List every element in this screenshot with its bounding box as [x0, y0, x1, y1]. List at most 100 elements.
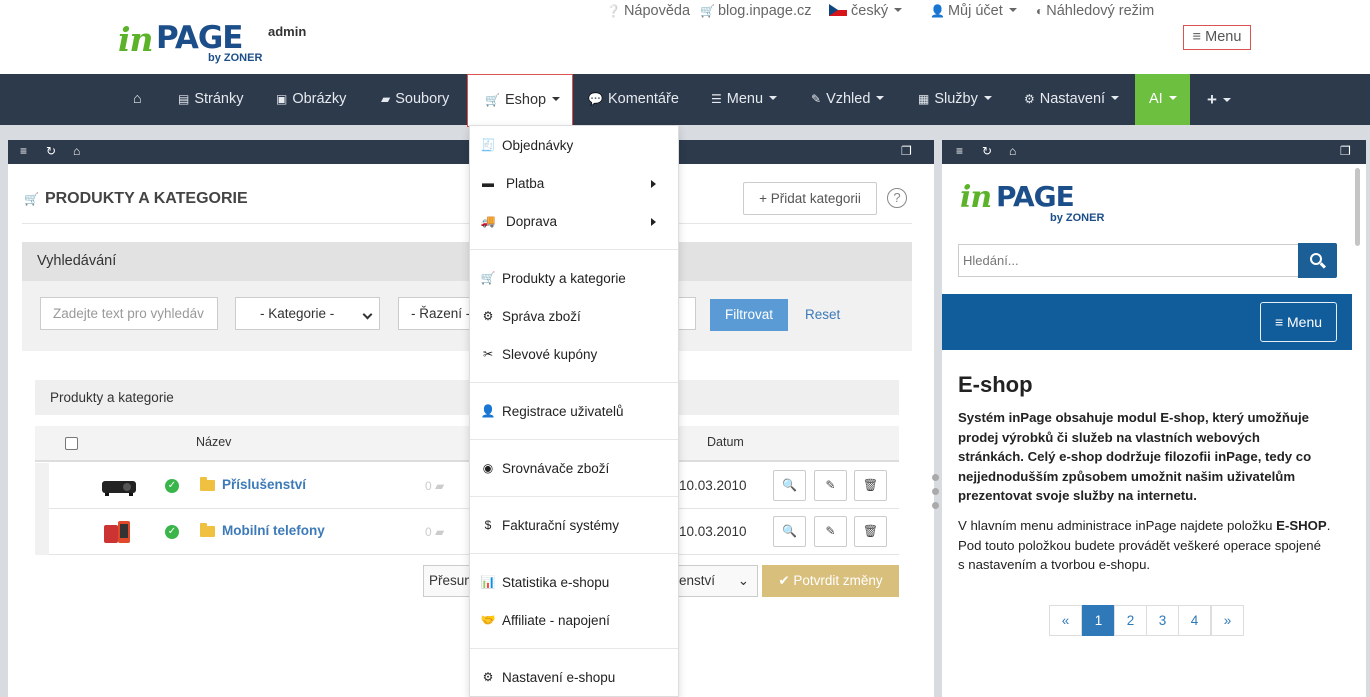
page-2[interactable]: 2 [1114, 605, 1147, 636]
edit-button[interactable]: ✎ [814, 516, 847, 547]
nav-menu[interactable]: ☰ Menu [711, 74, 778, 125]
restore-window-icon[interactable]: ❐ [901, 144, 912, 158]
nav-services[interactable]: ▦ Služby [918, 74, 992, 125]
scrollbar[interactable] [1355, 168, 1360, 246]
user-icon: 👤 [930, 4, 945, 18]
page-prev[interactable]: « [1049, 605, 1082, 636]
table-header: Název Datum [35, 426, 899, 462]
user-icon: 👤 [480, 404, 496, 418]
home-icon: ⌂ [133, 91, 142, 107]
nav-pages[interactable]: ▤ Stránky [178, 74, 244, 125]
menu-item-goods[interactable]: ⚙ Správa zboží [470, 302, 678, 332]
search-input[interactable]: Zadejte text pro vyhledáv [40, 297, 218, 330]
delete-button[interactable]: 🗑 [854, 470, 887, 501]
nav-eshop[interactable]: 🛒 Eshop [467, 74, 573, 127]
menu-divider [470, 382, 678, 383]
search-heading: Vyhledávání [22, 242, 912, 281]
preview-text: V hlavním menu administrace inPage najde… [958, 518, 1277, 533]
nav-comments[interactable]: 💬 Komentáře [588, 74, 679, 125]
preview-heading: E-shop [958, 372, 1033, 397]
preview-menu-label: Menu [1287, 314, 1323, 330]
select-all-checkbox[interactable] [65, 437, 78, 450]
table-row[interactable]: ✓ Mobilní telefony 0 ▰ 10.03.2010 🔍 ✎ 🗑 [35, 509, 899, 555]
nav-add[interactable]: + [1207, 74, 1231, 125]
top-menu-label: Menu [1205, 29, 1242, 45]
help-link[interactable]: ❔ Nápověda [606, 0, 690, 22]
top-menu-button[interactable]: ≡ Menu [1183, 25, 1251, 50]
nav-appearance[interactable]: ✎ Vzhled [811, 74, 885, 125]
menu-item-statistics[interactable]: 📊 Statistika e-shopu [470, 568, 678, 598]
edit-button[interactable]: ✎ [814, 470, 847, 501]
page-1[interactable]: 1 [1082, 605, 1115, 636]
menu-item-shipping[interactable]: 🚚 Doprava [470, 207, 678, 237]
hamburger-icon[interactable]: ≡ [20, 144, 27, 158]
page-3[interactable]: 3 [1146, 605, 1179, 636]
nav-menu-label: Menu [726, 91, 764, 107]
menu-item-registration[interactable]: 👤 Registrace uživatelů [470, 397, 678, 427]
view-button[interactable]: 🔍 [773, 470, 806, 501]
menu-item-label: Fakturační systémy [502, 518, 620, 533]
preview-search-input[interactable]: Hledání... [958, 244, 1299, 277]
preview-text: . [1326, 518, 1331, 533]
menu-item-invoicing[interactable]: $ Fakturační systémy [470, 511, 678, 541]
server-icon: ▦ [918, 92, 930, 106]
page-next[interactable]: » [1211, 605, 1244, 636]
hamburger-icon[interactable]: ≡ [956, 144, 963, 158]
preview-search-button[interactable] [1298, 243, 1337, 278]
menu-item-payment[interactable]: ▬ Platba [470, 169, 678, 199]
projector-thumbnail [102, 481, 136, 496]
blog-link[interactable]: 🛒 blog.inpage.cz [700, 0, 811, 22]
preview-logo[interactable]: in PAGE by ZONER [960, 178, 1120, 226]
inpage-logo[interactable]: in PAGE by ZONER admin [116, 16, 316, 66]
nav-home[interactable]: ⌂ [133, 74, 142, 125]
nav-ai[interactable]: AI [1135, 74, 1190, 125]
category-name[interactable]: Mobilní telefony [222, 523, 325, 538]
cart-icon: 🛒 [485, 93, 500, 107]
page-4[interactable]: 4 [1178, 605, 1211, 636]
list-heading: Produkty a kategorie [35, 380, 899, 415]
panel-splitter[interactable] [930, 470, 940, 520]
nav-files[interactable]: ▰ Soubory [381, 74, 449, 125]
dollar-icon: $ [484, 518, 492, 532]
gear-icon: ⚙ [482, 309, 494, 323]
preview-paragraph-line: V hlavním menu administrace inPage najde… [958, 516, 1343, 536]
refresh-icon[interactable]: ↻ [982, 144, 992, 158]
view-button[interactable]: 🔍 [773, 516, 806, 547]
home-icon[interactable]: ⌂ [73, 144, 80, 158]
logo-by-zoner: by ZONER [208, 52, 263, 64]
menu-item-products[interactable]: 🛒 Produkty a kategorie [470, 264, 678, 294]
menu-item-coupons[interactable]: ✂ Slevové kupóny [470, 340, 678, 370]
restore-window-icon[interactable]: ❐ [1340, 144, 1351, 158]
filter-button[interactable]: Filtrovat [710, 299, 788, 331]
table-row[interactable]: ✓ Příslušenství 0 ▰ 10.03.2010 🔍 ✎ 🗑 [35, 463, 899, 509]
menu-item-eshop-settings[interactable]: ⚙ Nastavení e-shopu [470, 663, 678, 693]
menu-item-comparators[interactable]: ◉ Srovnávače zboží [470, 454, 678, 484]
nav-images[interactable]: ▣ Obrázky [276, 74, 346, 125]
item-count: 0 ▰ [425, 525, 445, 539]
search-icon: 🔍 [782, 478, 797, 492]
refresh-icon[interactable]: ↻ [46, 144, 56, 158]
menu-item-affiliate[interactable]: 🤝 Affiliate - napojení [470, 606, 678, 636]
nav-appearance-label: Vzhled [826, 91, 871, 107]
trash-icon: 🗑 [862, 524, 879, 538]
home-icon[interactable]: ⌂ [1009, 144, 1016, 158]
help-label: Nápověda [623, 3, 691, 19]
column-date: Datum [707, 435, 744, 449]
confirm-changes-button[interactable]: ✔ Potvrdit změny [762, 565, 899, 597]
account-dropdown[interactable]: 👤 Můj účet [930, 0, 1017, 22]
row-stripe [35, 509, 49, 555]
preview-mode-toggle[interactable]: ◐ Náhledový režim [1036, 0, 1154, 22]
category-name[interactable]: Příslušenství [222, 477, 306, 492]
delete-button[interactable]: 🗑 [854, 516, 887, 547]
nav-files-label: Soubory [395, 91, 450, 107]
preview-menu-button[interactable]: ≡ Menu [1260, 302, 1337, 342]
caret-down-icon [983, 96, 992, 100]
pencil-icon: ✎ [825, 524, 836, 538]
language-dropdown[interactable]: český [829, 0, 903, 22]
menu-item-orders[interactable]: 🧾 Objednávky [470, 131, 678, 161]
help-icon[interactable]: ? [887, 188, 907, 208]
reset-link[interactable]: Reset [805, 307, 840, 322]
category-select[interactable]: - Kategorie - [235, 297, 380, 330]
nav-settings[interactable]: ⚙ Nastavení [1024, 74, 1120, 125]
add-category-button[interactable]: + Přidat kategorii [743, 182, 877, 215]
